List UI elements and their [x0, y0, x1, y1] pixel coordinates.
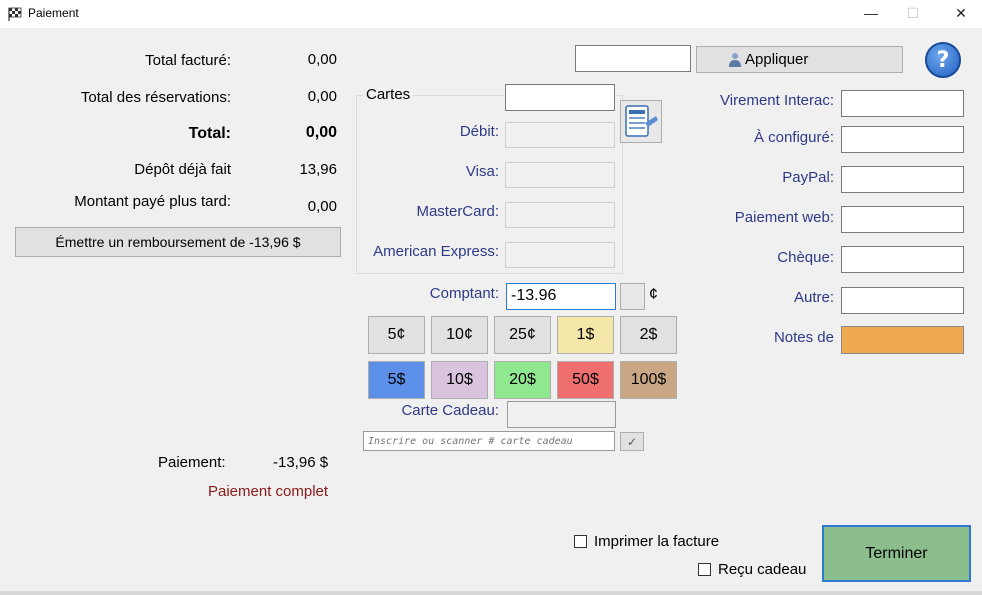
later-payment-value: 0,00 — [307, 198, 337, 215]
total-reservations-value: 0,00 — [307, 88, 337, 105]
payment-label: Paiement: — [158, 454, 226, 471]
cheque-label: Chèque: — [777, 249, 834, 266]
cash-input[interactable]: -13.96 — [506, 283, 616, 310]
amex-input[interactable] — [505, 242, 615, 268]
configure-label: À configuré: — [753, 129, 834, 146]
denomination-button[interactable]: 5¢ — [368, 316, 425, 354]
denomination-button[interactable]: 10¢ — [431, 316, 488, 354]
bottom-border — [0, 591, 982, 595]
other-input[interactable] — [841, 287, 964, 314]
gift-receipt-label: Reçu cadeau — [718, 561, 807, 578]
cents-button[interactable] — [620, 283, 645, 310]
gift-card-number-input[interactable] — [363, 431, 615, 451]
maximize-button[interactable]: ☐ — [890, 0, 936, 28]
visa-label: Visa: — [465, 163, 499, 180]
web-payment-label: Paiement web: — [734, 209, 834, 226]
window-title: Paiement — [28, 6, 79, 20]
denomination-button[interactable]: 25¢ — [494, 316, 551, 354]
notes-color-field[interactable] — [841, 326, 964, 354]
checkered-flag-icon — [8, 7, 22, 21]
cent-symbol: ¢ — [649, 286, 658, 303]
payment-value: -13,96 $ — [273, 454, 329, 471]
other-label: Autre: — [793, 289, 834, 306]
denomination-button[interactable]: 50$ — [557, 361, 614, 399]
denomination-button[interactable]: 20$ — [494, 361, 551, 399]
print-invoice-checkbox[interactable] — [574, 535, 587, 548]
cards-group-label: Cartes — [363, 86, 414, 103]
paypal-input[interactable] — [841, 166, 964, 193]
gift-card-label: Carte Cadeau: — [401, 402, 499, 419]
debit-input[interactable] — [505, 122, 615, 148]
configure-input[interactable] — [841, 126, 964, 153]
mastercard-input[interactable] — [505, 202, 615, 228]
denomination-button[interactable]: 2$ — [620, 316, 677, 354]
total-reservations-label: Total des réservations: — [80, 89, 231, 106]
refund-button[interactable]: Émettre un remboursement de -13,96 $ — [15, 227, 341, 257]
paypal-label: PayPal: — [782, 169, 834, 186]
total-label: Total: — [188, 125, 231, 142]
help-icon[interactable]: ? — [925, 42, 961, 78]
discount-code-input[interactable] — [575, 45, 691, 72]
title-bar: Paiement — ☐ ✕ — [0, 0, 982, 28]
total-value: 0,00 — [305, 124, 337, 141]
cash-label: Comptant: — [429, 285, 499, 302]
later-payment-label: Montant payé plus tard: — [74, 193, 231, 210]
total-invoiced-value: 0,00 — [307, 51, 337, 68]
user-icon — [729, 53, 741, 67]
total-invoiced-label: Total facturé: — [145, 52, 231, 69]
card-amount-input[interactable] — [505, 84, 615, 111]
denomination-button[interactable]: 5$ — [368, 361, 425, 399]
denomination-button[interactable]: 1$ — [557, 316, 614, 354]
card-reader-icon — [625, 105, 658, 137]
finish-button[interactable]: Terminer — [822, 525, 971, 582]
apply-button[interactable]: Appliquer — [696, 46, 903, 73]
close-button[interactable]: ✕ — [938, 0, 982, 28]
web-payment-input[interactable] — [841, 206, 964, 233]
debit-label: Débit: — [459, 123, 499, 140]
visa-input[interactable] — [505, 162, 615, 188]
notes-label: Notes de — [773, 329, 834, 346]
denomination-button[interactable]: 100$ — [620, 361, 677, 399]
payment-status: Paiement complet — [208, 483, 329, 500]
denomination-button[interactable]: 10$ — [431, 361, 488, 399]
amex-label: American Express: — [373, 243, 499, 260]
gift-card-ok-button[interactable]: ✓ — [620, 432, 644, 451]
card-terminal-button[interactable] — [620, 100, 662, 143]
cheque-input[interactable] — [841, 246, 964, 273]
minimize-button[interactable]: — — [848, 0, 894, 28]
deposit-label: Dépôt déjà fait — [134, 161, 231, 178]
interac-label: Virement Interac: — [720, 92, 834, 109]
interac-input[interactable] — [841, 90, 964, 117]
gift-receipt-checkbox[interactable] — [698, 563, 711, 576]
mastercard-label: MasterCard: — [416, 203, 499, 220]
deposit-value: 13,96 — [299, 161, 337, 178]
gift-card-amount-input[interactable] — [507, 401, 616, 428]
print-invoice-label: Imprimer la facture — [594, 533, 720, 550]
